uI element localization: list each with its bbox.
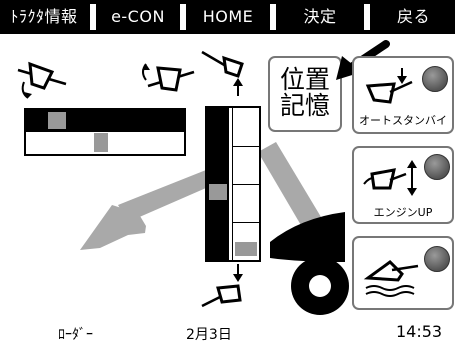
engine-up-button[interactable]: エンジンUP	[352, 146, 454, 224]
gauge-right-tick-2	[233, 184, 259, 185]
gauge-lower-indicator	[94, 133, 108, 152]
bucket-down-arrow-icon	[365, 68, 413, 104]
boom-raise-icon	[201, 50, 244, 96]
gauge-lower-divider	[26, 131, 184, 132]
bucket-dump-icon	[17, 61, 67, 99]
float-button[interactable]	[352, 236, 454, 310]
engine-up-label: エンジンUP	[373, 206, 433, 219]
engine-up-lamp	[424, 154, 450, 180]
auto-standby-button[interactable]: オートスタンバイ	[352, 56, 454, 134]
auto-standby-label: オートスタンバイ	[359, 114, 447, 127]
status-bar: ﾛｰﾀﾞｰ 2月3日 14:53	[0, 318, 455, 347]
gauge-right-tick-1	[233, 146, 259, 147]
date-label: 2月3日	[186, 327, 232, 343]
gauge-right-tick-3	[233, 222, 259, 223]
mode-label: ﾛｰﾀﾞｰ	[58, 327, 93, 343]
auto-standby-lamp	[422, 66, 448, 92]
time-label: 14:53	[396, 322, 443, 341]
memory-label-line2: 記憶	[279, 91, 330, 120]
gauge-upper-indicator	[48, 112, 66, 129]
tractor-wheel-hub	[309, 275, 331, 297]
bucket-crowd-icon	[142, 63, 195, 92]
float-lamp	[424, 246, 450, 272]
boom-height-gauge	[205, 106, 261, 262]
bucket-float-icon	[363, 260, 419, 297]
bucket-angle-gauge	[24, 108, 186, 156]
boom-lower-icon	[201, 264, 243, 308]
gauge-right-indicator	[235, 242, 257, 256]
bucket-tilt-updown-icon	[363, 160, 417, 196]
gauge-left-indicator	[209, 184, 227, 200]
